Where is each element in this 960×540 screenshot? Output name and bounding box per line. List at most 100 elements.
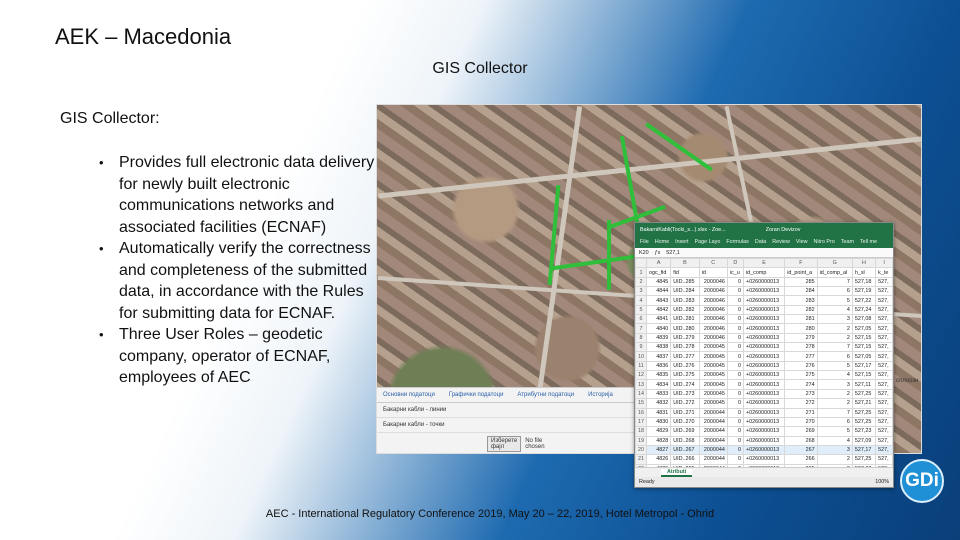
table-cell[interactable]: 527, <box>875 379 893 390</box>
row-number[interactable]: 13 <box>635 379 647 390</box>
row-number[interactable]: 10 <box>635 351 647 362</box>
table-cell[interactable]: 5 <box>816 360 853 372</box>
row-number[interactable]: 9 <box>635 342 647 353</box>
row-number[interactable]: 15 <box>635 398 647 409</box>
column-header[interactable]: H <box>851 257 877 269</box>
table-cell[interactable]: 527,15 <box>851 332 877 344</box>
table-cell[interactable]: 2000045 <box>698 398 728 409</box>
row-number[interactable]: 3 <box>635 286 647 297</box>
table-cell[interactable]: 282 <box>784 304 818 316</box>
table-cell[interactable]: 268 <box>784 435 818 446</box>
table-cell[interactable]: 2000045 <box>698 342 728 353</box>
table-cell[interactable]: UID..283 <box>670 295 700 306</box>
table-cell[interactable]: UID..271 <box>670 407 700 418</box>
table-cell[interactable]: 4841 <box>645 314 672 325</box>
table-cell[interactable]: 279 <box>784 332 818 344</box>
table-cell[interactable]: 527,17 <box>851 360 877 372</box>
row-number[interactable]: 16 <box>635 407 647 418</box>
table-cell[interactable]: +0260000013 <box>742 360 786 372</box>
table-cell[interactable]: 527, <box>875 444 893 456</box>
table-cell[interactable]: 4828 <box>645 435 672 446</box>
ribbon-tell-me[interactable]: Tell me <box>860 239 877 245</box>
table-cell[interactable]: 277 <box>784 351 818 362</box>
table-cell[interactable]: 4844 <box>645 286 672 297</box>
table-cell[interactable]: 4843 <box>645 295 672 306</box>
table-cell[interactable]: 4831 <box>645 407 672 418</box>
table-cell[interactable]: 5 <box>816 426 853 437</box>
table-cell[interactable]: UID..281 <box>670 314 700 325</box>
table-cell[interactable]: +0260000013 <box>742 435 786 446</box>
table-cell[interactable]: 527, <box>875 407 893 418</box>
table-cell[interactable]: 2000045 <box>698 388 728 400</box>
table-cell[interactable]: 271 <box>784 407 818 418</box>
table-cell[interactable]: 2 <box>816 323 853 334</box>
table-cell[interactable]: 527,05 <box>851 351 877 362</box>
table-cell[interactable]: UID..284 <box>670 286 700 297</box>
table-cell[interactable]: 4827 <box>645 444 672 456</box>
ribbon-tab-team[interactable]: Team <box>841 239 854 245</box>
table-cell[interactable]: 2000046 <box>698 323 728 334</box>
table-cell[interactable]: 7 <box>816 276 853 288</box>
table-cell[interactable]: +0260000013 <box>742 304 786 316</box>
table-cell[interactable]: UID..282 <box>670 304 700 316</box>
table-cell[interactable]: 4837 <box>645 351 672 362</box>
row-number[interactable]: 12 <box>635 370 647 381</box>
table-cell[interactable]: 5 <box>816 295 853 306</box>
table-cell[interactable]: 0 <box>726 388 744 400</box>
table-cell[interactable]: 2000045 <box>698 351 728 362</box>
table-cell[interactable]: 527,18 <box>851 276 877 288</box>
row-number[interactable]: 5 <box>635 304 647 316</box>
column-header[interactable]: E <box>742 257 786 269</box>
field-name-cell[interactable]: fid <box>670 267 700 278</box>
table-cell[interactable]: 0 <box>726 426 744 437</box>
table-cell[interactable]: UID..268 <box>670 435 700 446</box>
table-cell[interactable]: 4 <box>816 304 853 316</box>
table-cell[interactable]: +0260000013 <box>742 379 786 390</box>
table-cell[interactable]: 274 <box>784 379 818 390</box>
table-cell[interactable]: 527,25 <box>851 454 877 465</box>
table-cell[interactable]: 4830 <box>645 416 672 428</box>
table-cell[interactable]: 4 <box>816 435 853 446</box>
row-number[interactable]: 1 <box>635 267 647 278</box>
column-header[interactable]: G <box>816 257 853 269</box>
table-cell[interactable]: 527,25 <box>851 388 877 400</box>
table-cell[interactable]: 0 <box>726 295 744 306</box>
table-cell[interactable]: 269 <box>784 426 818 437</box>
field-name-cell[interactable]: id_comp <box>742 267 786 278</box>
row-number[interactable]: 17 <box>635 416 647 428</box>
table-cell[interactable]: 0 <box>726 379 744 390</box>
table-cell[interactable]: 0 <box>726 276 744 288</box>
table-cell[interactable]: +0260000013 <box>742 286 786 297</box>
table-cell[interactable]: UID..280 <box>670 323 700 334</box>
table-cell[interactable]: 7 <box>816 342 853 353</box>
table-cell[interactable]: 527,15 <box>851 342 877 353</box>
table-cell[interactable]: UID..272 <box>670 398 700 409</box>
field-name-cell[interactable]: id_comp_al <box>816 267 853 278</box>
table-cell[interactable]: 2000044 <box>698 454 728 465</box>
table-cell[interactable]: 527, <box>875 314 893 325</box>
table-cell[interactable]: 2000046 <box>698 304 728 316</box>
table-cell[interactable]: 527,21 <box>851 398 877 409</box>
column-header[interactable]: I <box>875 257 893 269</box>
table-cell[interactable]: 276 <box>784 360 818 372</box>
table-cell[interactable]: 267 <box>784 444 818 456</box>
table-cell[interactable]: 527, <box>875 332 893 344</box>
table-cell[interactable]: 4836 <box>645 360 672 372</box>
table-cell[interactable]: 0 <box>726 398 744 409</box>
table-cell[interactable]: 275 <box>784 370 818 381</box>
table-cell[interactable]: +0260000013 <box>742 370 786 381</box>
table-cell[interactable]: 527, <box>875 370 893 381</box>
choose-file-button[interactable]: Изберете фајл <box>487 436 522 452</box>
table-cell[interactable]: 527,08 <box>851 314 877 325</box>
row-number[interactable]: 21 <box>635 454 647 465</box>
table-cell[interactable]: UID..277 <box>670 351 700 362</box>
table-cell[interactable]: 284 <box>784 286 818 297</box>
sheet-tab-atributi[interactable]: Atributi <box>661 468 693 477</box>
table-cell[interactable]: 281 <box>784 314 818 325</box>
table-cell[interactable]: 4832 <box>645 398 672 409</box>
table-cell[interactable]: +0260000013 <box>742 332 786 344</box>
table-cell[interactable]: 2000046 <box>698 332 728 344</box>
table-cell[interactable]: 527,22 <box>851 295 877 306</box>
table-cell[interactable]: 3 <box>816 379 853 390</box>
panel-tab[interactable]: Атрибутни податоци <box>517 392 574 398</box>
